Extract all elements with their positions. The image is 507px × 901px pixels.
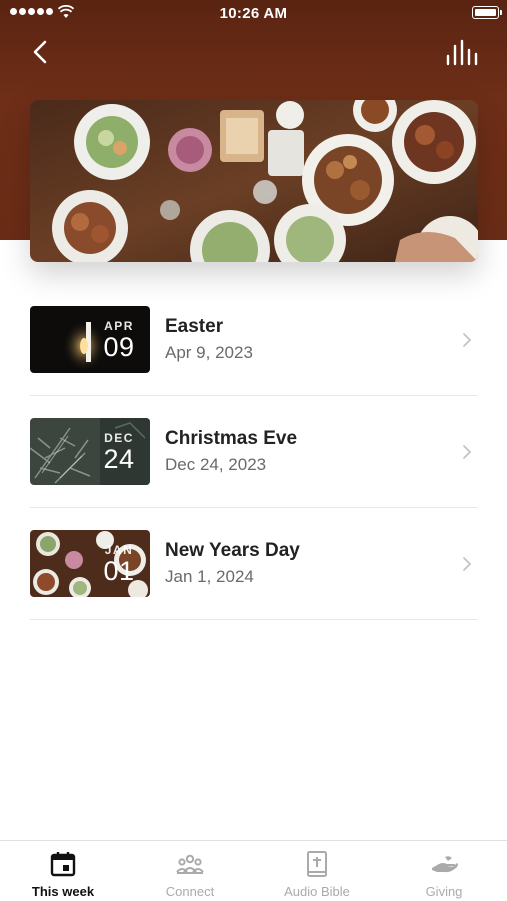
event-date: Apr 9, 2023	[165, 343, 253, 362]
chevron-right-icon	[463, 333, 472, 347]
tab-label: Giving	[425, 884, 463, 899]
status-time: 10:26 AM	[219, 5, 288, 22]
event-thumbnail: JAN 01	[30, 530, 150, 597]
date-day: 24	[103, 444, 135, 474]
event-list: APR 09 Easter Apr 9, 2023 DEC 24 Christm…	[30, 284, 478, 620]
chevron-right-icon	[463, 445, 472, 459]
chevron-right-icon	[463, 557, 472, 571]
tab-connect[interactable]: Connect	[127, 841, 253, 901]
list-item-easter[interactable]: APR 09 Easter Apr 9, 2023	[30, 284, 478, 396]
bible-icon	[307, 851, 327, 877]
date-badge: DEC 24	[88, 418, 150, 485]
hero-image	[30, 100, 478, 262]
date-badge: JAN 01	[88, 530, 150, 597]
event-title: New Years Day	[165, 540, 300, 561]
status-bar: 10:26 AM	[0, 0, 507, 28]
date-month: APR	[104, 319, 134, 333]
calendar-icon	[50, 852, 76, 877]
tab-this-week[interactable]: This week	[0, 841, 126, 901]
tab-bar: This week Connect Audio Bible Giving	[0, 840, 507, 901]
list-item-christmas-eve[interactable]: DEC 24 Christmas Eve Dec 24, 2023	[30, 396, 478, 508]
date-month: DEC	[104, 431, 134, 445]
date-day: 01	[103, 556, 135, 586]
battery-icon	[472, 6, 502, 19]
date-badge: APR 09	[88, 306, 150, 373]
event-date: Dec 24, 2023	[165, 455, 267, 474]
list-item-new-years-day[interactable]: JAN 01 New Years Day Jan 1, 2024	[30, 508, 478, 620]
tab-label: Audio Bible	[284, 884, 350, 899]
back-button[interactable]	[28, 36, 56, 68]
event-title: Christmas Eve	[165, 428, 298, 449]
tab-label: Connect	[165, 884, 215, 899]
people-icon	[176, 854, 204, 874]
audio-bars-icon[interactable]	[445, 38, 479, 68]
tab-giving[interactable]: Giving	[381, 841, 507, 901]
event-title: Easter	[165, 316, 224, 337]
tab-label: This week	[31, 884, 95, 899]
event-thumbnail: DEC 24	[30, 418, 150, 485]
date-month: JAN	[104, 543, 134, 557]
event-thumbnail: APR 09	[30, 306, 150, 373]
tab-audio-bible[interactable]: Audio Bible	[254, 841, 380, 901]
date-day: 09	[103, 332, 135, 362]
event-date: Jan 1, 2024	[165, 567, 254, 586]
giving-hand-icon	[432, 856, 458, 873]
